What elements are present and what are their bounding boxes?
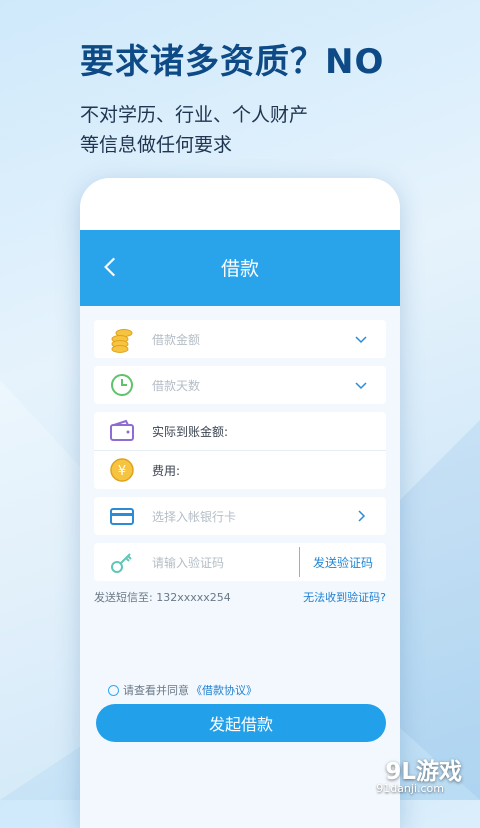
agreement-link[interactable]: 《借款协议》 xyxy=(191,682,257,698)
loan-form: 借款金额 借款天数 实际到账金额: ¥ 费用: 选择入帐银行卡 请输入验证码 发… xyxy=(80,306,400,605)
amount-select[interactable]: 借款金额 xyxy=(94,320,386,358)
status-bar xyxy=(80,178,400,230)
chevron-right-icon xyxy=(358,510,366,522)
subline-1: 不对学历、行业、个人财产 xyxy=(80,104,309,126)
chevron-down-icon xyxy=(355,382,367,390)
subline-2: 等信息做任何要求 xyxy=(80,134,233,156)
submit-loan-button[interactable]: 发起借款 xyxy=(96,704,386,742)
actual-amount-label: 实际到账金额: xyxy=(152,424,229,439)
chevron-down-icon xyxy=(355,336,367,344)
agreement-text: 请查看并同意 xyxy=(123,684,189,697)
coins-icon xyxy=(111,329,133,353)
phone-mockup: 借款 借款金额 借款天数 实际到账金额: ¥ 费用: 选择入帐银行卡 请输入验证… xyxy=(80,178,400,828)
code-card: 请输入验证码 发送验证码 xyxy=(94,543,386,581)
watermark-brand: 9L游戏 xyxy=(385,759,462,785)
sms-info: 发送短信至: 132xxxxx254 xyxy=(94,591,231,604)
sms-row: 发送短信至: 132xxxxx254 无法收到验证码? xyxy=(94,589,386,605)
clock-icon xyxy=(111,374,133,396)
amount-placeholder: 借款金额 xyxy=(152,332,201,347)
headline: 要求诸多资质？NO xyxy=(80,42,385,82)
days-select[interactable]: 借款天数 xyxy=(94,366,386,404)
bank-card-select[interactable]: 选择入帐银行卡 xyxy=(94,497,386,535)
watermark-domain: 91danji.com xyxy=(376,782,444,795)
yen-coin-icon: ¥ xyxy=(110,458,134,482)
bank-placeholder: 选择入帐银行卡 xyxy=(152,509,237,524)
agreement-row: 请查看并同意 《借款协议》 xyxy=(108,682,257,698)
svg-text:¥: ¥ xyxy=(118,464,126,479)
page-title: 借款 xyxy=(220,258,259,280)
days-placeholder: 借款天数 xyxy=(152,378,201,393)
fee-label: 费用: xyxy=(152,463,181,478)
wallet-icon xyxy=(110,419,134,441)
code-input[interactable]: 请输入验证码 xyxy=(152,554,224,571)
bank-card-icon xyxy=(110,508,134,525)
agree-checkbox[interactable] xyxy=(108,684,119,696)
summary-card: 实际到账金额: ¥ 费用: xyxy=(94,412,386,489)
no-code-link[interactable]: 无法收到验证码? xyxy=(303,589,386,605)
key-icon xyxy=(111,553,132,573)
nav-bar: 借款 xyxy=(80,230,400,306)
send-code-button[interactable]: 发送验证码 xyxy=(299,547,386,577)
